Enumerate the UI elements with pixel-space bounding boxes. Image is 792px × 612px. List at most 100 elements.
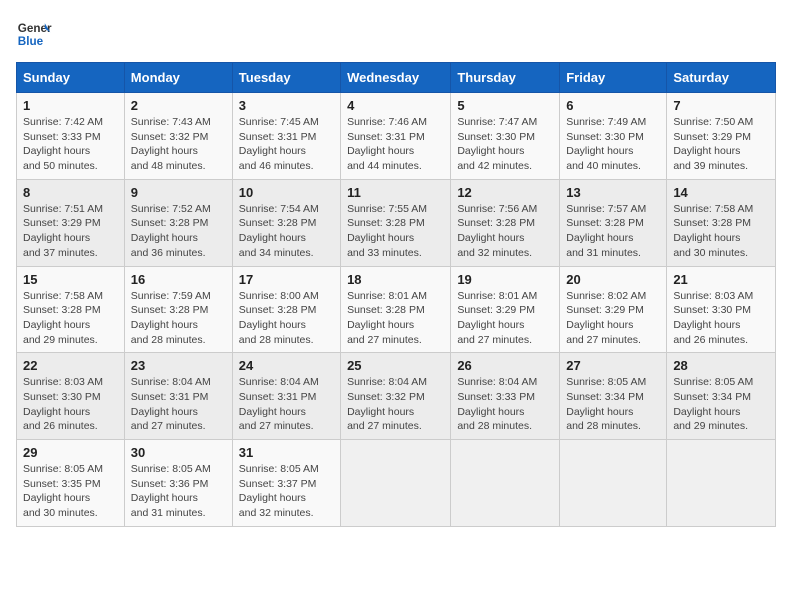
calendar-cell: 15 Sunrise: 7:58 AMSunset: 3:28 PMDayligh… [17,266,125,353]
day-info: Sunrise: 8:03 AMSunset: 3:30 PMDaylight … [23,375,118,434]
weekday-header-thursday: Thursday [451,63,560,93]
day-number: 22 [23,358,118,373]
day-info: Sunrise: 7:52 AMSunset: 3:28 PMDaylight … [131,202,226,261]
calendar-week-row: 1 Sunrise: 7:42 AMSunset: 3:33 PMDaylight… [17,93,776,180]
day-number: 5 [457,98,553,113]
page-header: General Blue [16,16,776,52]
day-number: 26 [457,358,553,373]
calendar-cell: 14 Sunrise: 7:58 AMSunset: 3:28 PMDayligh… [667,179,776,266]
weekday-header-friday: Friday [560,63,667,93]
day-info: Sunrise: 8:01 AMSunset: 3:29 PMDaylight … [457,289,553,348]
day-number: 1 [23,98,118,113]
day-info: Sunrise: 8:05 AMSunset: 3:36 PMDaylight … [131,462,226,521]
calendar-cell: 20 Sunrise: 8:02 AMSunset: 3:29 PMDayligh… [560,266,667,353]
day-number: 30 [131,445,226,460]
day-number: 21 [673,272,769,287]
calendar-week-row: 15 Sunrise: 7:58 AMSunset: 3:28 PMDayligh… [17,266,776,353]
day-number: 29 [23,445,118,460]
day-info: Sunrise: 7:42 AMSunset: 3:33 PMDaylight … [23,115,118,174]
day-info: Sunrise: 8:01 AMSunset: 3:28 PMDaylight … [347,289,444,348]
calendar-cell: 18Sunrise: 8:01 AMSunset: 3:28 PMDayligh… [341,266,451,353]
svg-text:Blue: Blue [18,35,44,48]
day-number: 13 [566,185,660,200]
calendar-cell: 23 Sunrise: 8:04 AMSunset: 3:31 PMDayligh… [124,353,232,440]
day-info: Sunrise: 7:46 AMSunset: 3:31 PMDaylight … [347,115,444,174]
calendar-cell: 7Sunrise: 7:50 AMSunset: 3:29 PMDaylight… [667,93,776,180]
day-info: Sunrise: 7:56 AMSunset: 3:28 PMDaylight … [457,202,553,261]
day-info: Sunrise: 8:04 AMSunset: 3:31 PMDaylight … [131,375,226,434]
calendar-cell: 30 Sunrise: 8:05 AMSunset: 3:36 PMDayligh… [124,440,232,527]
calendar-cell: 9Sunrise: 7:52 AMSunset: 3:28 PMDaylight… [124,179,232,266]
calendar-cell: 22 Sunrise: 8:03 AMSunset: 3:30 PMDayligh… [17,353,125,440]
calendar-cell [341,440,451,527]
calendar-week-row: 22 Sunrise: 8:03 AMSunset: 3:30 PMDayligh… [17,353,776,440]
day-info: Sunrise: 8:04 AMSunset: 3:33 PMDaylight … [457,375,553,434]
day-info: Sunrise: 7:54 AMSunset: 3:28 PMDaylight … [239,202,334,261]
calendar-cell: 17Sunrise: 8:00 AMSunset: 3:28 PMDayligh… [232,266,340,353]
day-number: 28 [673,358,769,373]
day-number: 11 [347,185,444,200]
weekday-header-tuesday: Tuesday [232,63,340,93]
day-info: Sunrise: 7:47 AMSunset: 3:30 PMDaylight … [457,115,553,174]
day-number: 23 [131,358,226,373]
day-number: 7 [673,98,769,113]
logo: General Blue [16,16,52,52]
calendar-cell: 12 Sunrise: 7:56 AMSunset: 3:28 PMDayligh… [451,179,560,266]
weekday-header-sunday: Sunday [17,63,125,93]
day-number: 3 [239,98,334,113]
day-number: 12 [457,185,553,200]
day-info: Sunrise: 7:43 AMSunset: 3:32 PMDaylight … [131,115,226,174]
calendar-cell: 24Sunrise: 8:04 AMSunset: 3:31 PMDayligh… [232,353,340,440]
calendar-cell: 3 Sunrise: 7:45 AMSunset: 3:31 PMDaylight… [232,93,340,180]
calendar-cell: 19 Sunrise: 8:01 AMSunset: 3:29 PMDayligh… [451,266,560,353]
day-number: 31 [239,445,334,460]
day-number: 27 [566,358,660,373]
day-info: Sunrise: 7:59 AMSunset: 3:28 PMDaylight … [131,289,226,348]
calendar-cell: 29 Sunrise: 8:05 AMSunset: 3:35 PMDayligh… [17,440,125,527]
calendar-cell: 26 Sunrise: 8:04 AMSunset: 3:33 PMDayligh… [451,353,560,440]
day-info: Sunrise: 7:57 AMSunset: 3:28 PMDaylight … [566,202,660,261]
day-number: 20 [566,272,660,287]
calendar-week-row: 8Sunrise: 7:51 AMSunset: 3:29 PMDaylight… [17,179,776,266]
day-info: Sunrise: 8:03 AMSunset: 3:30 PMDaylight … [673,289,769,348]
calendar-cell: 13 Sunrise: 7:57 AMSunset: 3:28 PMDayligh… [560,179,667,266]
day-info: Sunrise: 8:05 AMSunset: 3:34 PMDaylight … [673,375,769,434]
calendar-cell: 16 Sunrise: 7:59 AMSunset: 3:28 PMDayligh… [124,266,232,353]
day-info: Sunrise: 8:02 AMSunset: 3:29 PMDaylight … [566,289,660,348]
calendar-cell: 6Sunrise: 7:49 AMSunset: 3:30 PMDaylight… [560,93,667,180]
day-info: Sunrise: 7:51 AMSunset: 3:29 PMDaylight … [23,202,118,261]
calendar-cell: 31Sunrise: 8:05 AMSunset: 3:37 PMDayligh… [232,440,340,527]
day-info: Sunrise: 7:58 AMSunset: 3:28 PMDaylight … [673,202,769,261]
day-number: 16 [131,272,226,287]
day-info: Sunrise: 8:04 AMSunset: 3:32 PMDaylight … [347,375,444,434]
day-info: Sunrise: 7:58 AMSunset: 3:28 PMDaylight … [23,289,118,348]
day-number: 19 [457,272,553,287]
calendar-cell [560,440,667,527]
weekday-header-monday: Monday [124,63,232,93]
calendar-header-row: SundayMondayTuesdayWednesdayThursdayFrid… [17,63,776,93]
calendar-cell: 25 Sunrise: 8:04 AMSunset: 3:32 PMDayligh… [341,353,451,440]
day-number: 25 [347,358,444,373]
day-info: Sunrise: 7:55 AMSunset: 3:28 PMDaylight … [347,202,444,261]
calendar-cell: 5 Sunrise: 7:47 AMSunset: 3:30 PMDaylight… [451,93,560,180]
day-number: 2 [131,98,226,113]
calendar-table: SundayMondayTuesdayWednesdayThursdayFrid… [16,62,776,527]
calendar-cell [451,440,560,527]
calendar-cell: 10 Sunrise: 7:54 AMSunset: 3:28 PMDayligh… [232,179,340,266]
day-number: 15 [23,272,118,287]
calendar-week-row: 29 Sunrise: 8:05 AMSunset: 3:35 PMDayligh… [17,440,776,527]
day-info: Sunrise: 8:05 AMSunset: 3:35 PMDaylight … [23,462,118,521]
day-info: Sunrise: 7:45 AMSunset: 3:31 PMDaylight … [239,115,334,174]
day-info: Sunrise: 8:00 AMSunset: 3:28 PMDaylight … [239,289,334,348]
weekday-header-saturday: Saturday [667,63,776,93]
day-number: 10 [239,185,334,200]
calendar-cell: 28 Sunrise: 8:05 AMSunset: 3:34 PMDayligh… [667,353,776,440]
day-number: 4 [347,98,444,113]
day-number: 14 [673,185,769,200]
day-number: 24 [239,358,334,373]
calendar-cell: 1 Sunrise: 7:42 AMSunset: 3:33 PMDaylight… [17,93,125,180]
calendar-cell: 4 Sunrise: 7:46 AMSunset: 3:31 PMDaylight… [341,93,451,180]
day-info: Sunrise: 8:05 AMSunset: 3:34 PMDaylight … [566,375,660,434]
logo-icon: General Blue [16,16,52,52]
day-number: 6 [566,98,660,113]
